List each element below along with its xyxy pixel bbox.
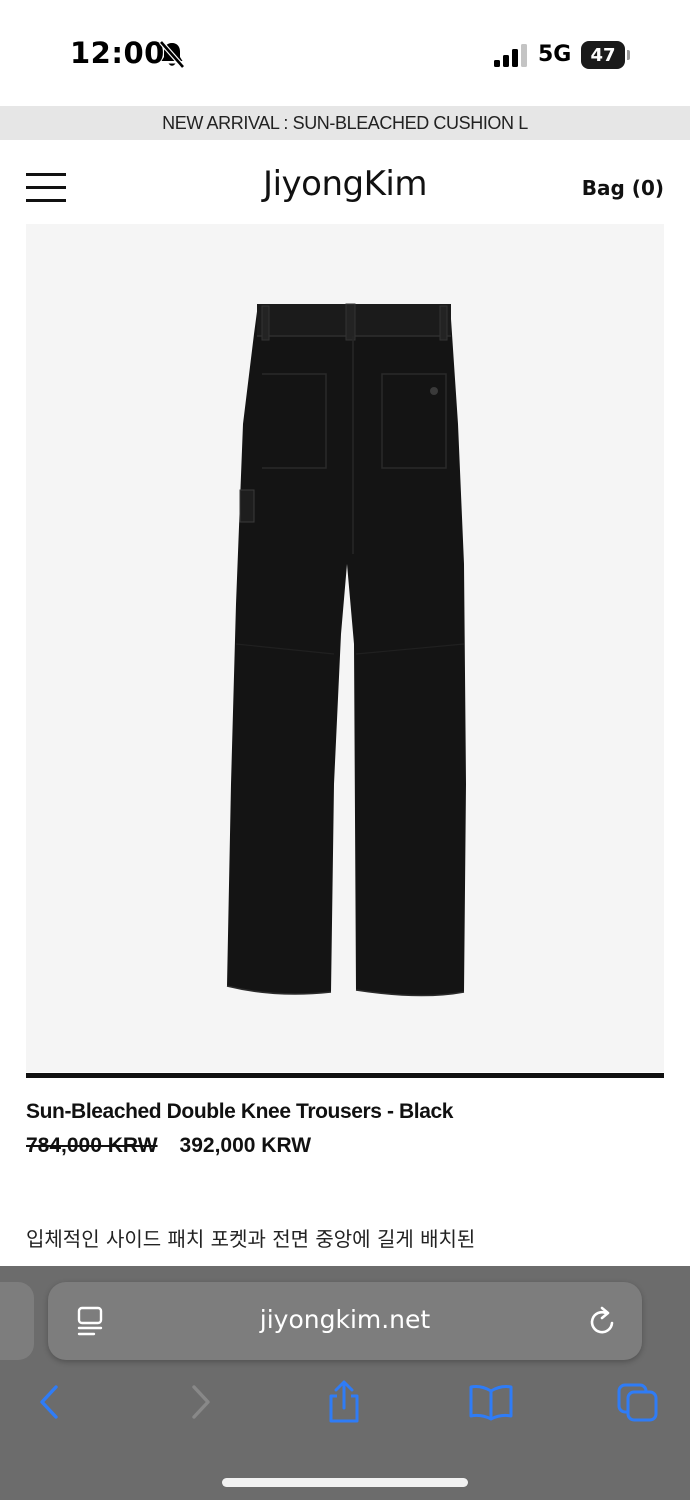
back-icon[interactable] bbox=[30, 1382, 70, 1422]
signal-icon bbox=[494, 44, 527, 67]
announcement-bar[interactable]: NEW ARRIVAL : SUN-BLEACHED CUSHION L bbox=[0, 106, 690, 140]
reload-icon[interactable] bbox=[588, 1305, 618, 1337]
menu-icon[interactable] bbox=[26, 173, 66, 203]
tabs-icon[interactable] bbox=[616, 1382, 660, 1422]
share-icon[interactable] bbox=[324, 1380, 364, 1424]
product-description: 입체적인 사이드 패치 포켓과 전면 중앙에 길게 배치된 bbox=[26, 1227, 476, 1251]
bell-slash-icon bbox=[159, 40, 185, 69]
url-wrap: jiyongkim.net bbox=[48, 1305, 642, 1334]
status-time: 12:00 bbox=[70, 36, 165, 70]
product-image[interactable] bbox=[26, 224, 664, 1072]
site-header: JiyongKim Bag (0) bbox=[0, 140, 690, 224]
announcement-text: NEW ARRIVAL : SUN-BLEACHED CUSHION L bbox=[162, 112, 528, 133]
battery-icon: 47 bbox=[581, 41, 625, 69]
forward-icon[interactable] bbox=[180, 1382, 220, 1422]
previous-tab-edge[interactable] bbox=[0, 1282, 34, 1360]
page-menu-icon[interactable] bbox=[76, 1306, 104, 1338]
original-price: 784,000 KRW bbox=[26, 1134, 158, 1157]
browser-toolbar: jiyongkim.net bbox=[0, 1266, 690, 1500]
image-divider bbox=[26, 1073, 664, 1078]
address-bar[interactable]: jiyongkim.net bbox=[48, 1282, 642, 1360]
sale-price: 392,000 KRW bbox=[179, 1134, 312, 1157]
home-indicator bbox=[222, 1478, 468, 1487]
trousers-image bbox=[226, 303, 466, 997]
price-row: 784,000 KRW 392,000 KRW bbox=[26, 1134, 311, 1158]
battery-level: 47 bbox=[590, 44, 616, 66]
battery-cap bbox=[627, 50, 630, 60]
url-text[interactable]: jiyongkim.net bbox=[260, 1305, 430, 1334]
product-title: Sun-Bleached Double Knee Trousers - Blac… bbox=[26, 1100, 454, 1123]
bag-link[interactable]: Bag (0) bbox=[582, 176, 664, 200]
bookmarks-icon[interactable] bbox=[468, 1382, 514, 1422]
status-bar: 12:00 5G 47 bbox=[0, 0, 690, 106]
network-type: 5G bbox=[538, 42, 572, 67]
brand-logo[interactable]: JiyongKim bbox=[263, 164, 427, 204]
